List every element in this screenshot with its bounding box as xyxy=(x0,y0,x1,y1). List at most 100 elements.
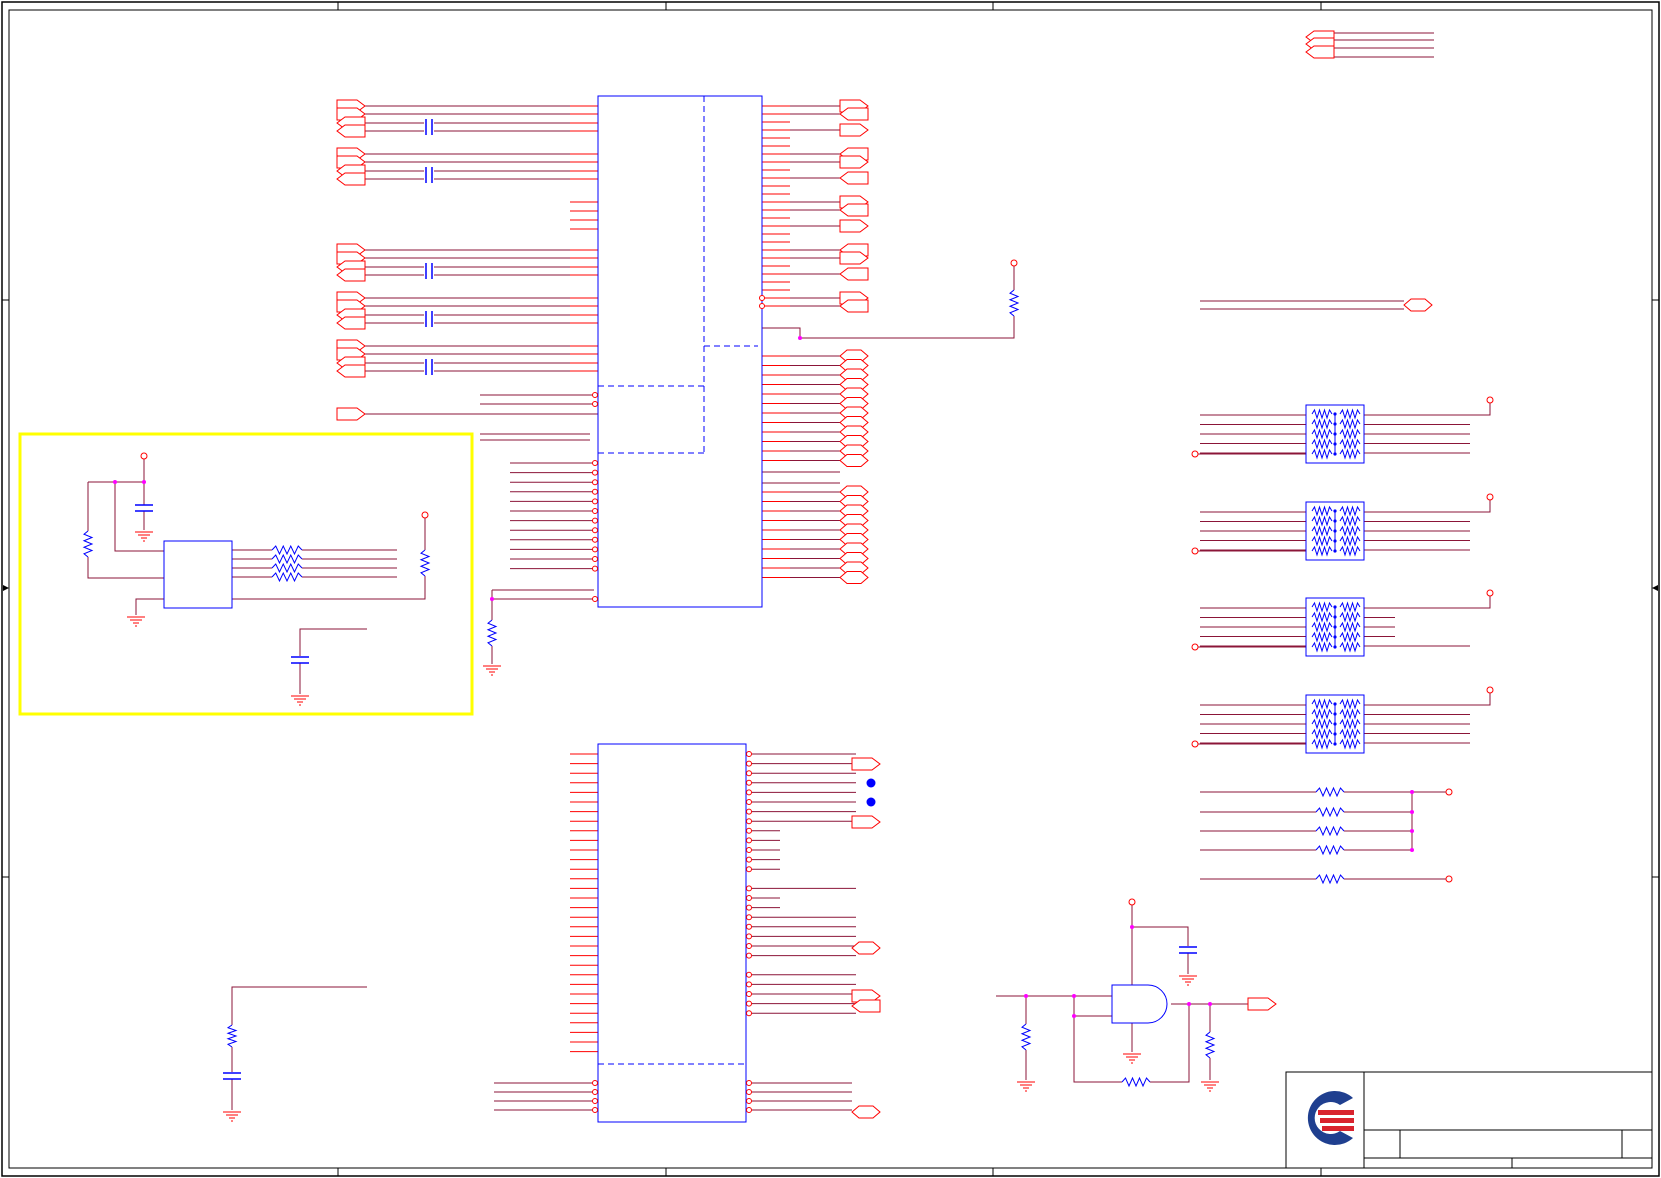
pin-bubble xyxy=(746,760,752,767)
pin-bubble xyxy=(1445,788,1453,796)
pin-bubble xyxy=(592,460,598,466)
offpage-connector-icon xyxy=(839,454,869,467)
wire xyxy=(1364,596,1491,609)
quanta-logo-icon xyxy=(1322,1126,1354,1131)
pin-bubble xyxy=(746,1000,752,1007)
pin-bubble xyxy=(746,885,752,892)
pin-bubble xyxy=(746,923,752,930)
pin-bubble xyxy=(1191,450,1199,458)
offpage-connector-icon xyxy=(336,268,366,282)
offpage-connector-icon xyxy=(336,316,366,330)
pin-bubble xyxy=(759,295,765,301)
pin-bubble xyxy=(592,392,598,398)
offpage-connector-icon xyxy=(336,407,366,421)
resistor-icon xyxy=(1315,786,1345,798)
wire xyxy=(299,628,367,656)
junction-dot xyxy=(798,336,802,340)
offpage-connector-icon xyxy=(1305,45,1335,59)
resistor-pack-node xyxy=(1333,615,1337,619)
resistor-pack-element xyxy=(1311,448,1333,460)
pin-bubble xyxy=(592,536,598,543)
resistor-pack-element xyxy=(1311,515,1333,527)
wire xyxy=(135,598,164,615)
resistor-pack-element xyxy=(1311,708,1333,720)
resistor-pack-element xyxy=(1339,641,1361,653)
resistor-pack-node xyxy=(1333,422,1337,426)
junction-dot xyxy=(1410,829,1414,833)
net-wires xyxy=(87,32,1491,1111)
resistor-pack-element xyxy=(1339,448,1361,460)
junction-dot xyxy=(1130,925,1134,929)
resistor-pack-node xyxy=(1333,605,1337,609)
resistor-pack-element xyxy=(1339,601,1361,613)
quanta-logo-icon xyxy=(1320,1118,1354,1123)
pin-bubble xyxy=(759,303,765,309)
resistor-pack-element xyxy=(1311,738,1333,750)
resistor-icon xyxy=(226,1024,238,1048)
power-port-icon xyxy=(1486,686,1494,694)
resistor-pack-node xyxy=(1333,742,1337,746)
pin-bubble xyxy=(592,565,598,572)
resistor-pack-element xyxy=(1311,545,1333,557)
resistor-pack-element xyxy=(1311,525,1333,537)
junction-dot xyxy=(1410,790,1414,794)
resistor-pack-element xyxy=(1339,515,1361,527)
junction-dot xyxy=(142,480,146,484)
no-connect-dot-icon xyxy=(866,797,876,807)
offpage-connector-icon xyxy=(851,1105,881,1119)
resistor-pack-element xyxy=(1311,601,1333,613)
offpage-connector-icon xyxy=(839,219,869,233)
pin-bubble xyxy=(746,837,752,844)
offpage-connector-icon xyxy=(336,124,366,138)
resistor-pack-element xyxy=(1311,728,1333,740)
power-port-icon xyxy=(1486,396,1494,404)
resistor-pack-node xyxy=(1333,722,1337,726)
resistor-pack-node xyxy=(1333,529,1337,533)
power-port-icon xyxy=(140,452,148,460)
pin-bubble xyxy=(592,508,598,514)
pin-bubble xyxy=(1191,643,1199,651)
resistor-pack-element xyxy=(1339,418,1361,430)
wire xyxy=(1150,1004,1190,1083)
junction-dot xyxy=(113,480,117,484)
title-block xyxy=(1285,1071,1653,1169)
resistor-pack-node xyxy=(1333,442,1337,446)
wire xyxy=(1364,500,1491,513)
resistor-pack-node xyxy=(1333,625,1337,629)
power-port-icon xyxy=(1128,898,1136,906)
pin-bubble xyxy=(592,527,598,534)
resistor-pack-element xyxy=(1339,728,1361,740)
junction-dot xyxy=(1024,994,1028,998)
pin-bubble xyxy=(746,952,752,959)
offpage-connector-icon xyxy=(839,123,869,137)
highlight-ic-body xyxy=(163,540,233,609)
pin-bubble xyxy=(746,1089,752,1095)
pin-bubble xyxy=(592,596,598,602)
wire xyxy=(87,557,164,579)
pin-bubble xyxy=(592,488,598,495)
pin-bubble xyxy=(746,770,752,777)
resistor-pack-element xyxy=(1311,408,1333,420)
pin-bubble xyxy=(746,856,752,863)
offpage-connector-icon xyxy=(839,171,869,185)
wire xyxy=(762,316,1015,339)
pin-bubble xyxy=(746,1098,752,1104)
pin-bubble xyxy=(1191,547,1199,555)
wire xyxy=(1364,403,1491,416)
resistor-icon xyxy=(1204,1031,1216,1059)
schematic-canvas xyxy=(1,1,1660,1177)
pin-bubble xyxy=(592,556,598,562)
and-gate-icon xyxy=(1111,984,1168,1024)
resistor-pack-element xyxy=(1339,621,1361,633)
resistor-pack-element xyxy=(1311,535,1333,547)
resistor-pack-element xyxy=(1339,438,1361,450)
offpage-connector-icon xyxy=(1247,997,1277,1011)
pin-bubble xyxy=(1445,875,1453,883)
pin-bubble xyxy=(746,827,752,834)
power-port-icon xyxy=(1010,259,1018,267)
pin-bubble xyxy=(746,895,752,901)
resistor-pack-element xyxy=(1339,611,1361,623)
resistor-icon xyxy=(271,571,303,583)
sheet-edge-arrow-right-icon xyxy=(1652,585,1658,591)
resistor-icon xyxy=(1315,825,1345,837)
